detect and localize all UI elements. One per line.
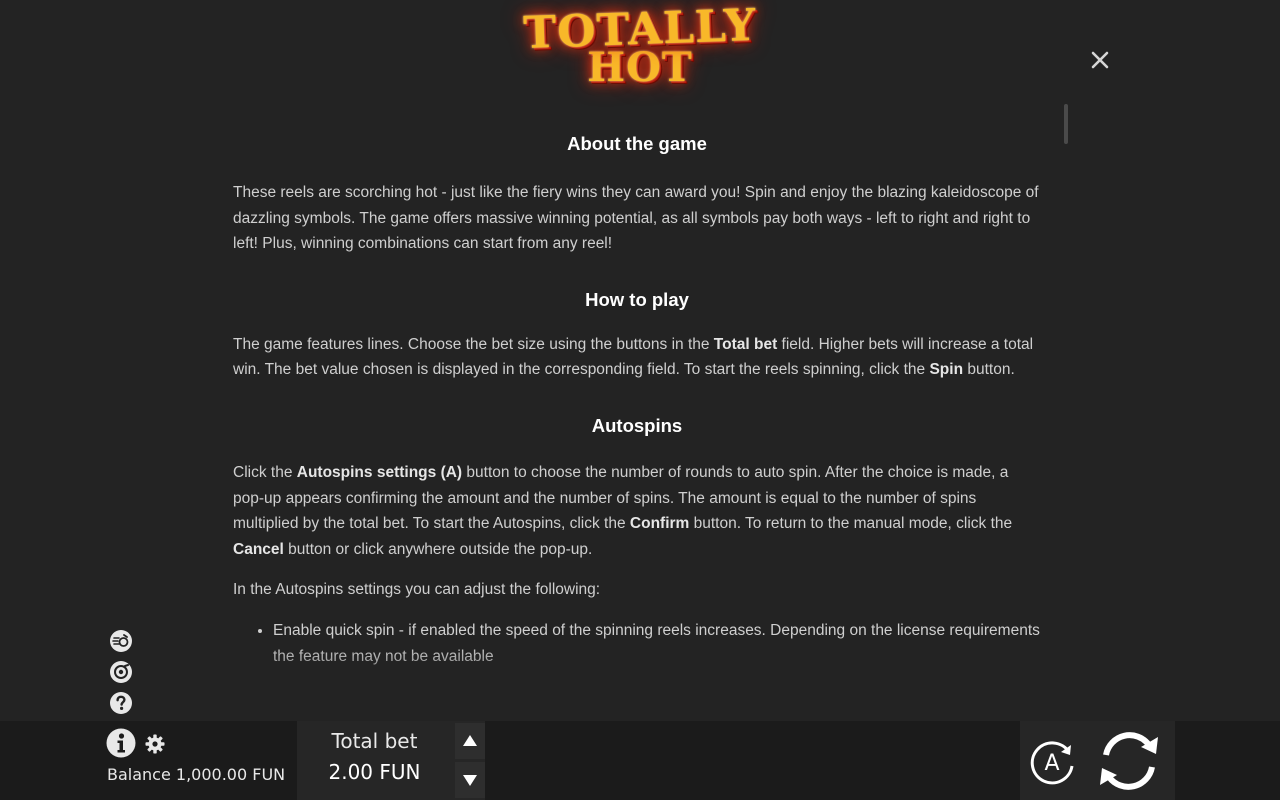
sound-button[interactable]	[109, 660, 133, 684]
quick-spin-icon	[110, 630, 132, 652]
total-bet-value: 2.00 FUN	[328, 760, 421, 784]
spin-icon	[1100, 732, 1158, 790]
list-item: Enable quick spin - if enabled the speed…	[273, 618, 1041, 669]
bold-fragment: Cancel	[233, 540, 284, 558]
triangle-up-icon	[463, 735, 477, 746]
close-button[interactable]	[1087, 47, 1113, 73]
total-bet-label: Total bet	[331, 729, 418, 753]
balance-label: Balance	[107, 765, 171, 784]
gear-icon	[145, 734, 165, 754]
about-heading: About the game	[567, 133, 707, 154]
autospins-heading: Autospins	[591, 414, 683, 436]
info-icon	[106, 728, 136, 758]
text-fragment: Click the	[233, 463, 297, 481]
help-icon	[110, 692, 132, 714]
scrollbar-thumb[interactable]	[1064, 104, 1068, 144]
text-fragment: The game features lines. Choose the bet …	[233, 335, 714, 353]
text-fragment: button. To return to the manual mode, cl…	[689, 515, 1013, 533]
bold-fragment: Total bet	[713, 335, 778, 353]
decrease-bet-button[interactable]	[455, 762, 485, 798]
help-content: About the game These reels are scorching…	[233, 128, 1041, 690]
balance-display: Balance 1,000.00 FUN	[107, 765, 285, 784]
autospins-settings-intro: In the Autospins settings you can adjust…	[233, 581, 601, 599]
bold-fragment: Confirm	[629, 515, 690, 533]
bold-fragment: Autospins settings (A)	[296, 463, 463, 481]
autospins-options-list: Enable quick spin - if enabled the speed…	[233, 618, 1041, 669]
help-button[interactable]	[109, 691, 133, 715]
autospins-settings-button[interactable]: A	[1026, 736, 1078, 788]
logo-line-2: HOT	[587, 44, 693, 91]
sound-icon	[110, 661, 132, 683]
quick-spin-button[interactable]	[109, 629, 133, 653]
info-button[interactable]	[106, 728, 136, 758]
bold-fragment: Spin	[929, 361, 964, 379]
balance-value: 1,000.00 FUN	[175, 765, 286, 784]
about-text: These reels are scorching hot - just lik…	[233, 184, 1039, 253]
how-to-play-text: The game features lines. Choose the bet …	[233, 332, 1041, 383]
how-to-play-heading: How to play	[585, 288, 689, 310]
logo-line-1: TOTALLY	[522, 0, 758, 60]
game-logo: TOTALLY HOT	[480, 0, 800, 98]
settings-button[interactable]	[144, 733, 166, 755]
autospins-text: Click the Autospins settings (A) button …	[233, 460, 1041, 562]
text-fragment: button.	[963, 361, 1015, 379]
autospin-letter: A	[1044, 751, 1059, 776]
autospin-icon: A	[1030, 741, 1074, 785]
spin-button[interactable]	[1093, 727, 1165, 795]
close-icon	[1091, 51, 1109, 69]
increase-bet-button[interactable]	[455, 723, 485, 759]
triangle-down-icon	[463, 775, 477, 786]
text-fragment: button or click anywhere outside the pop…	[283, 540, 593, 558]
